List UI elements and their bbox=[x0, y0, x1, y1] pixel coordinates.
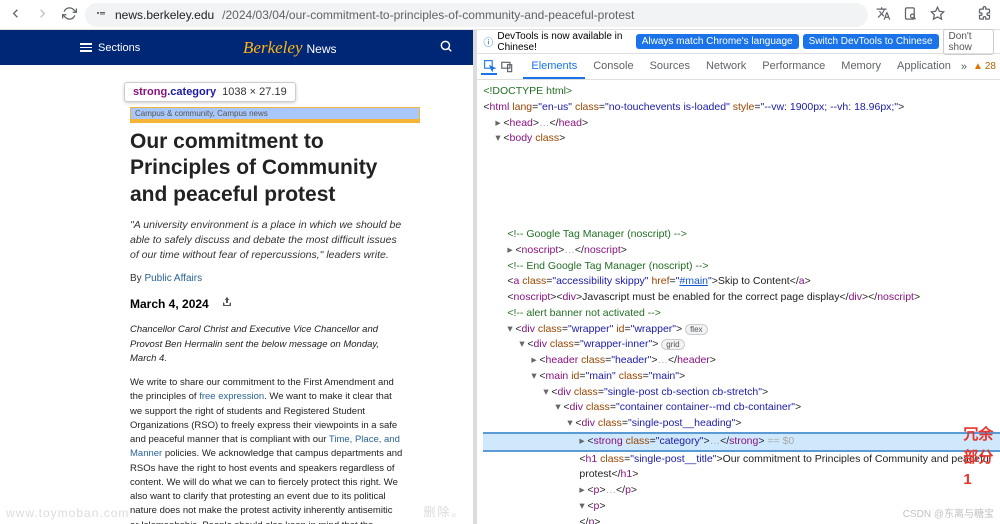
brand-sub: News bbox=[307, 42, 337, 56]
para-body-1: We write to share our commitment to the … bbox=[130, 376, 403, 524]
dom-noscript1[interactable]: ▸<noscript>…</noscript> bbox=[483, 243, 1000, 259]
category-highlight: Campus & community, Campus news bbox=[130, 107, 420, 120]
sections-label: Sections bbox=[98, 42, 140, 54]
search-page-icon[interactable] bbox=[903, 6, 918, 24]
tab-elements[interactable]: Elements bbox=[523, 55, 585, 79]
site-brand[interactable]: Berkeley News bbox=[243, 38, 336, 58]
translate-icon[interactable] bbox=[876, 6, 891, 24]
link-free-expression[interactable]: free expression bbox=[199, 391, 264, 402]
warnings-badge[interactable]: ▲28 bbox=[973, 61, 996, 72]
back-icon[interactable] bbox=[8, 6, 23, 24]
tab-console[interactable]: Console bbox=[585, 55, 641, 79]
browser-toolbar: news.berkeley.edu/2024/03/04/our-commitm… bbox=[0, 0, 1000, 30]
watermark-left: www.toymoban.com bbox=[6, 506, 129, 520]
dom-comment-gtm1[interactable]: <!-- Google Tag Manager (noscript) --> bbox=[483, 227, 1000, 243]
extensions-icon[interactable] bbox=[977, 6, 992, 24]
forward-icon[interactable] bbox=[35, 6, 50, 24]
byline: By Public Affairs bbox=[130, 273, 403, 284]
reload-icon[interactable] bbox=[62, 6, 77, 24]
article-title: Our commitment to Principles of Communit… bbox=[130, 129, 403, 208]
tab-network[interactable]: Network bbox=[698, 55, 754, 79]
url-host: news.berkeley.edu bbox=[115, 8, 214, 22]
device-toggle-icon[interactable] bbox=[499, 59, 515, 75]
url-path: /2024/03/04/our-commitment-to-principles… bbox=[222, 8, 634, 22]
dom-heading[interactable]: ▾<div class="single-post__heading"> bbox=[483, 416, 1000, 432]
dom-header[interactable]: ▸<header class="header">…</header> bbox=[483, 353, 1000, 369]
page-viewport: Sections Berkeley News strong.category103… bbox=[0, 30, 473, 524]
inspect-tool-icon[interactable] bbox=[481, 59, 497, 75]
dom-skip-link[interactable]: <a class="accessibility skippy" href="#m… bbox=[483, 274, 1000, 290]
dom-wrapper-inner[interactable]: ▾<div class="wrapper-inner"> grid bbox=[483, 337, 1000, 353]
annotation-redundant: 冗余部分1 bbox=[963, 424, 1000, 492]
dom-comment-alert[interactable]: <!-- alert banner not activated --> bbox=[483, 306, 1000, 322]
chip-dont-show[interactable]: Don't show bbox=[943, 29, 994, 55]
site-header: Sections Berkeley News bbox=[0, 30, 473, 65]
article-lede: "A university environment is a place in … bbox=[130, 218, 403, 264]
dom-p1[interactable]: ▸<p>…</p> bbox=[483, 483, 1000, 499]
info-icon: ⓘ bbox=[483, 34, 493, 49]
hamburger-icon bbox=[80, 43, 92, 52]
dom-section[interactable]: ▾<div class="single-post cb-section cb-s… bbox=[483, 385, 1000, 401]
dom-html[interactable]: <html lang="en-us" class="no-touchevents… bbox=[483, 100, 1000, 116]
dom-doctype[interactable]: <!DOCTYPE html> bbox=[483, 84, 1000, 100]
more-tabs-icon[interactable]: » bbox=[961, 61, 967, 73]
tab-performance[interactable]: Performance bbox=[754, 55, 833, 79]
dom-container[interactable]: ▾<div class="container container--md cb-… bbox=[483, 400, 1000, 416]
dom-comment-gtm2[interactable]: <!-- End Google Tag Manager (noscript) -… bbox=[483, 259, 1000, 275]
elements-tree[interactable]: <!DOCTYPE html> <html lang="en-us" class… bbox=[477, 80, 1000, 524]
chip-match-lang[interactable]: Always match Chrome's language bbox=[636, 34, 799, 49]
watermark-right: 删除。 bbox=[423, 503, 465, 520]
dom-noscript-js[interactable]: <noscript><div>Javascript must be enable… bbox=[483, 290, 1000, 306]
para-intro: Chancellor Carol Christ and Executive Vi… bbox=[130, 323, 403, 366]
byline-prefix: By bbox=[130, 273, 144, 284]
dom-h1[interactable]: <h1 class="single-post__title">Our commi… bbox=[483, 452, 1000, 484]
devtools-panel: ⓘ DevTools is now available in Chinese! … bbox=[473, 30, 1000, 524]
inspect-tooltip: strong.category1038 × 27.19 bbox=[124, 82, 296, 102]
site-info-icon[interactable] bbox=[95, 7, 107, 22]
chip-switch-lang[interactable]: Switch DevTools to Chinese bbox=[803, 34, 939, 49]
tab-application[interactable]: Application bbox=[889, 55, 959, 79]
devtools-tabs: Elements Console Sources Network Perform… bbox=[477, 54, 1000, 80]
csdn-watermark: CSDN @东离与糖宝 bbox=[903, 507, 994, 522]
dom-wrapper[interactable]: ▾<div class="wrapper" id="wrapper"> flex bbox=[483, 322, 1000, 338]
star-icon[interactable] bbox=[930, 6, 945, 24]
byline-author-link[interactable]: Public Affairs bbox=[144, 273, 202, 284]
sections-button[interactable]: Sections bbox=[80, 42, 140, 54]
dom-head[interactable]: ▸<head>…</head> bbox=[483, 116, 1000, 132]
share-icon[interactable] bbox=[221, 296, 233, 311]
search-icon[interactable] bbox=[439, 39, 453, 56]
tab-sources[interactable]: Sources bbox=[642, 55, 698, 79]
dom-main[interactable]: ▾<main id="main" class="main"> bbox=[483, 369, 1000, 385]
devtools-language-banner: ⓘ DevTools is now available in Chinese! … bbox=[477, 30, 1000, 54]
article: Our commitment to Principles of Communit… bbox=[130, 129, 403, 524]
banner-text: DevTools is now available in Chinese! bbox=[497, 31, 631, 53]
article-date: March 4, 2024 bbox=[130, 297, 209, 311]
dom-strong-selected[interactable]: ▸<strong class="category">…</strong> == … bbox=[483, 432, 1000, 452]
dom-body[interactable]: ▾<body class> bbox=[483, 131, 1000, 147]
tab-memory[interactable]: Memory bbox=[833, 55, 889, 79]
address-bar[interactable]: news.berkeley.edu/2024/03/04/our-commitm… bbox=[85, 3, 868, 27]
brand-main: Berkeley bbox=[243, 38, 302, 57]
